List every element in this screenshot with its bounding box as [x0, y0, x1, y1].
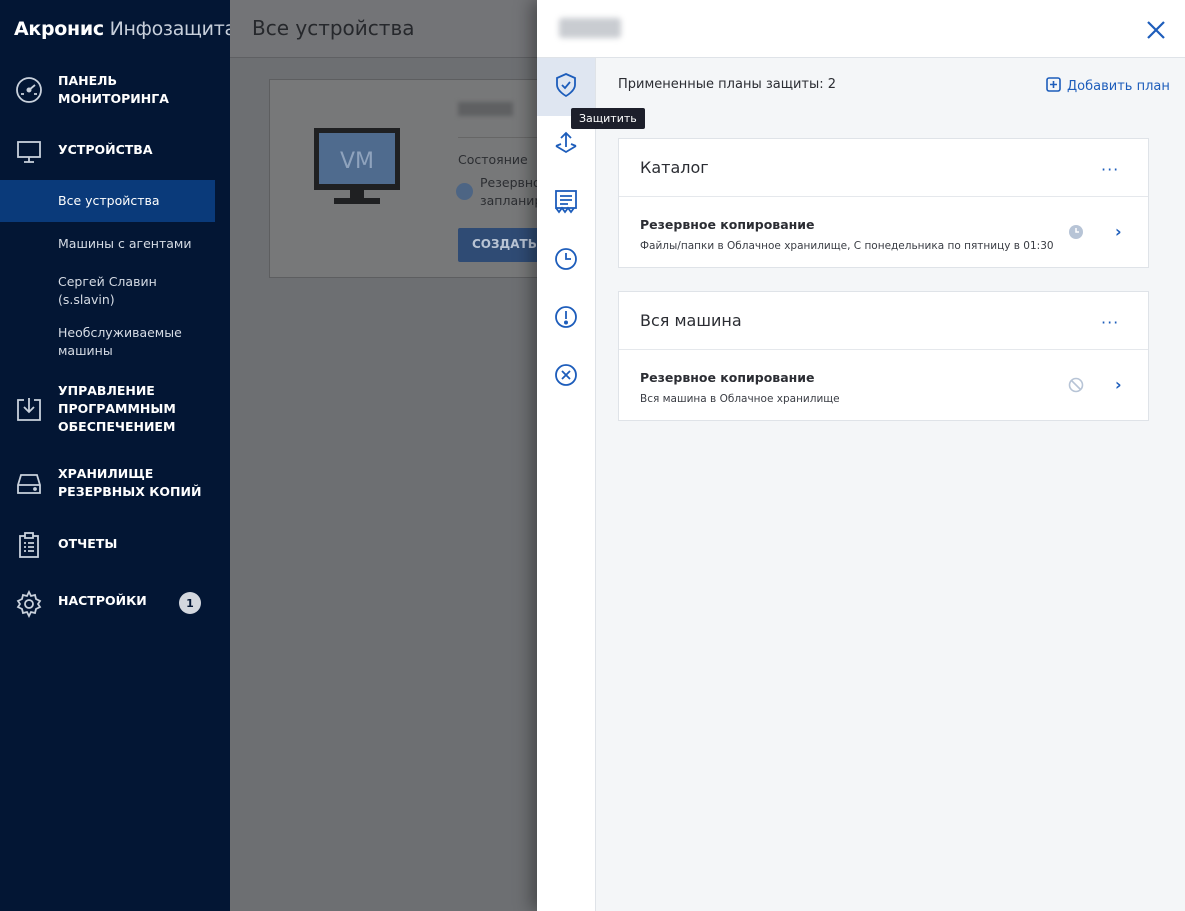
- nav-devices-label: УСТРОЙСТВА: [58, 142, 153, 157]
- tab-delete[interactable]: [537, 348, 595, 406]
- applied-plans-count: Примененные планы защиты: 2: [618, 77, 837, 92]
- nav-reports[interactable]: ОТЧЕТЫ: [0, 532, 215, 559]
- panel-header: [537, 0, 1185, 58]
- plan-card: Каталог ··· Резервное копирование Файлы/…: [618, 138, 1149, 268]
- disabled-status-icon: [1068, 377, 1084, 393]
- clock-status-icon: [1068, 224, 1084, 240]
- nav-backup-storage-label: ХРАНИЛИЩЕ РЕЗЕРВНЫХ КОПИЙ: [58, 466, 202, 499]
- tab-alerts[interactable]: [537, 290, 595, 348]
- activities-icon: [553, 188, 579, 218]
- status-text-line1: Резервно: [480, 175, 541, 190]
- device-details-panel: Защитить Примененные планы защиты: 2 Доб…: [537, 0, 1185, 911]
- device-card[interactable]: VM Состояние Резервно запланир СОЗДАТЬ Р: [269, 79, 568, 278]
- more-options-icon[interactable]: ···: [1101, 160, 1119, 179]
- monitor-icon: [14, 137, 44, 167]
- nav-software-management[interactable]: УПРАВЛЕНИЕ ПРОГРАММНЫМ ОБЕСПЕЧЕНИЕМ: [0, 382, 215, 438]
- nav-devices[interactable]: УСТРОЙСТВА: [0, 141, 215, 165]
- add-plan-button[interactable]: Добавить план: [1046, 77, 1170, 96]
- history-clock-icon: [553, 246, 579, 276]
- add-plan-label: Добавить план: [1067, 79, 1170, 94]
- cancel-circle-icon: [553, 362, 579, 392]
- tab-activities[interactable]: [537, 174, 595, 232]
- plan-name: Каталог: [640, 158, 709, 177]
- chevron-right-icon[interactable]: ›: [1115, 375, 1122, 394]
- clock-icon: [456, 183, 473, 200]
- vm-label: VM: [340, 149, 374, 174]
- settings-badge: 1: [179, 592, 201, 614]
- brand-name-part1: Акронис: [14, 18, 104, 40]
- nav-backup-storage[interactable]: ХРАНИЛИЩЕ РЕЗЕРВНЫХ КОПИЙ: [0, 465, 215, 505]
- drive-icon: [14, 469, 44, 499]
- brand-logo[interactable]: Акронис Инфозащита: [0, 0, 236, 56]
- nav-software-management-label: УПРАВЛЕНИЕ ПРОГРАММНЫМ ОБЕСПЕЧЕНИЕМ: [58, 383, 176, 434]
- plan-card: Вся машина ··· Резервное копирование Вся…: [618, 291, 1149, 421]
- module-title: Резервное копирование: [640, 217, 815, 232]
- more-options-icon[interactable]: ···: [1101, 313, 1119, 332]
- nav-settings[interactable]: НАСТРОЙКИ 1: [0, 589, 215, 619]
- plan-header: Вся машина ···: [619, 292, 1148, 350]
- subnav-user-devices[interactable]: Сергей Славин (s.slavin): [0, 273, 215, 309]
- plan-module-row[interactable]: Резервное копирование Файлы/папки в Обла…: [619, 197, 1148, 267]
- nav-settings-label: НАСТРОЙКИ: [58, 593, 147, 608]
- subnav-all-devices[interactable]: Все устройства: [0, 180, 215, 222]
- page-title: Все устройства: [230, 0, 537, 58]
- module-title: Резервное копирование: [640, 370, 815, 385]
- module-description: Вся машина в Облачное хранилище: [640, 393, 840, 405]
- sidebar: Акронис Инфозащита ПАНЕЛЬ МОНИТОРИНГА УС…: [0, 0, 236, 911]
- panel-title-blurred: [559, 18, 621, 38]
- plan-header: Каталог ···: [619, 139, 1148, 197]
- panel-tab-rail: [537, 58, 596, 911]
- module-description: Файлы/папки в Облачное хранилище, С поне…: [640, 240, 1054, 252]
- main-area: Все устройства VM Состояние Резервно зап…: [230, 0, 568, 911]
- subnav-unmanaged-machines[interactable]: Необслуживаемые машины: [0, 324, 215, 360]
- plan-name: Вся машина: [640, 311, 742, 330]
- tab-history[interactable]: [537, 232, 595, 290]
- nav-reports-label: ОТЧЕТЫ: [58, 536, 118, 551]
- gauge-icon: [14, 75, 44, 105]
- plus-square-icon: [1046, 77, 1061, 96]
- close-icon[interactable]: [1144, 18, 1168, 42]
- download-box-icon: [14, 394, 44, 424]
- gear-icon: [14, 589, 44, 619]
- device-name-blurred: [458, 102, 513, 116]
- shield-check-icon: [553, 72, 579, 102]
- plan-module-row[interactable]: Резервное копирование Вся машина в Облач…: [619, 350, 1148, 420]
- vm-monitor-icon: VM: [314, 128, 400, 210]
- tooltip-protect: Защитить: [571, 108, 645, 129]
- chevron-right-icon[interactable]: ›: [1115, 222, 1122, 241]
- brand-name-part2: Инфозащита: [109, 18, 237, 40]
- nav-monitoring-label: ПАНЕЛЬ МОНИТОРИНГА: [58, 73, 169, 106]
- alert-icon: [553, 304, 579, 334]
- clipboard-icon: [14, 530, 44, 560]
- state-label: Состояние: [458, 152, 528, 167]
- subnav-agent-machines[interactable]: Машины с агентами: [0, 235, 215, 253]
- nav-monitoring[interactable]: ПАНЕЛЬ МОНИТОРИНГА: [0, 72, 215, 112]
- status-text-line2: запланир: [480, 193, 543, 208]
- recovery-icon: [553, 130, 579, 160]
